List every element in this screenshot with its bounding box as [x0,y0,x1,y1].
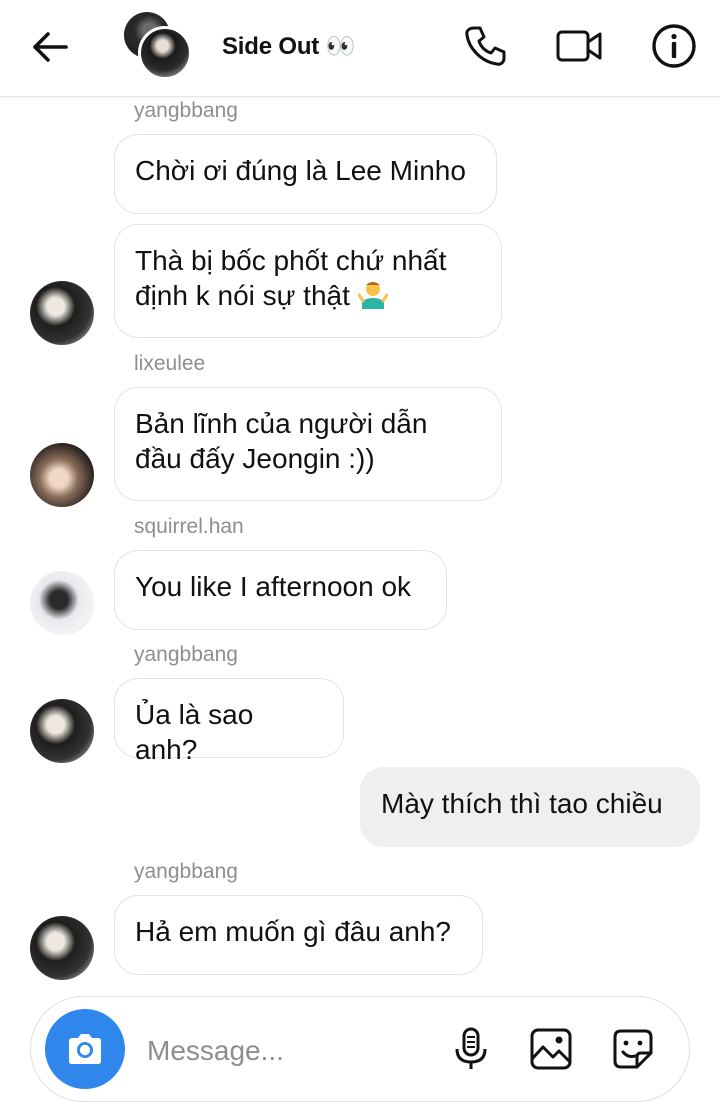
camera-icon [69,1034,101,1064]
group-avatar-front [138,26,192,80]
sticker-icon[interactable] [609,1025,657,1073]
message-input[interactable] [145,1031,439,1071]
chat-title[interactable]: Side Out 👀 [222,32,355,61]
group-avatar[interactable] [124,12,192,80]
message-text-line: định k nói sự thật [135,280,350,311]
avatar[interactable] [30,916,94,980]
message-bubble[interactable]: Ủa là sao anh? [114,678,344,765]
camera-button[interactable] [45,1009,125,1089]
message-bubble[interactable]: Hả em muốn gì đâu anh? [114,895,483,975]
sender-name: yangbbang [134,643,238,666]
video-camera-icon[interactable] [555,22,603,70]
phone-icon[interactable] [460,22,508,70]
message-text: You like I afternoon ok [135,571,412,602]
sender-name: lixeulee [134,352,206,375]
sender-name: yangbbang [134,99,238,122]
person-shrugging-emoji-icon [357,282,388,309]
outgoing-message-bubble[interactable]: Mày thích thì tao chiều [360,767,700,847]
image-icon[interactable] [527,1025,575,1073]
message-text-line: đầu đấy Jeongin :)) [135,443,375,474]
message-text-line: Thà bị bốc phốt chứ nhất [135,245,447,276]
microphone-icon[interactable] [447,1025,495,1073]
message-composer [30,996,690,1102]
avatar[interactable] [30,281,94,345]
chat-header: Side Out 👀 [0,0,720,97]
avatar[interactable] [30,699,94,763]
message-text: Mày thích thì tao chiều [381,788,663,819]
message-bubble[interactable]: Bản lĩnh của người dẫn đầu đấy Jeongin :… [114,387,502,501]
message-bubble[interactable]: You like I afternoon ok [114,550,447,630]
sender-name: squirrel.han [134,515,244,538]
message-bubble[interactable]: Thà bị bốc phốt chứ nhất định k nói sự t… [114,224,502,338]
avatar[interactable] [30,571,94,635]
avatar[interactable] [30,443,94,507]
info-icon[interactable] [650,22,698,70]
message-thread: yangbbang Chời ơi đúng là Lee Minho Thà … [0,96,720,996]
arrow-left-icon[interactable] [28,24,74,70]
message-text: Chời ơi đúng là Lee Minho [135,155,466,186]
message-text-line: Bản lĩnh của người dẫn [135,408,428,439]
message-bubble[interactable]: Chời ơi đúng là Lee Minho [114,134,497,214]
message-text: Ủa là sao anh? [135,699,254,765]
sender-name: yangbbang [134,860,238,883]
message-text: Hả em muốn gì đâu anh? [135,916,451,947]
